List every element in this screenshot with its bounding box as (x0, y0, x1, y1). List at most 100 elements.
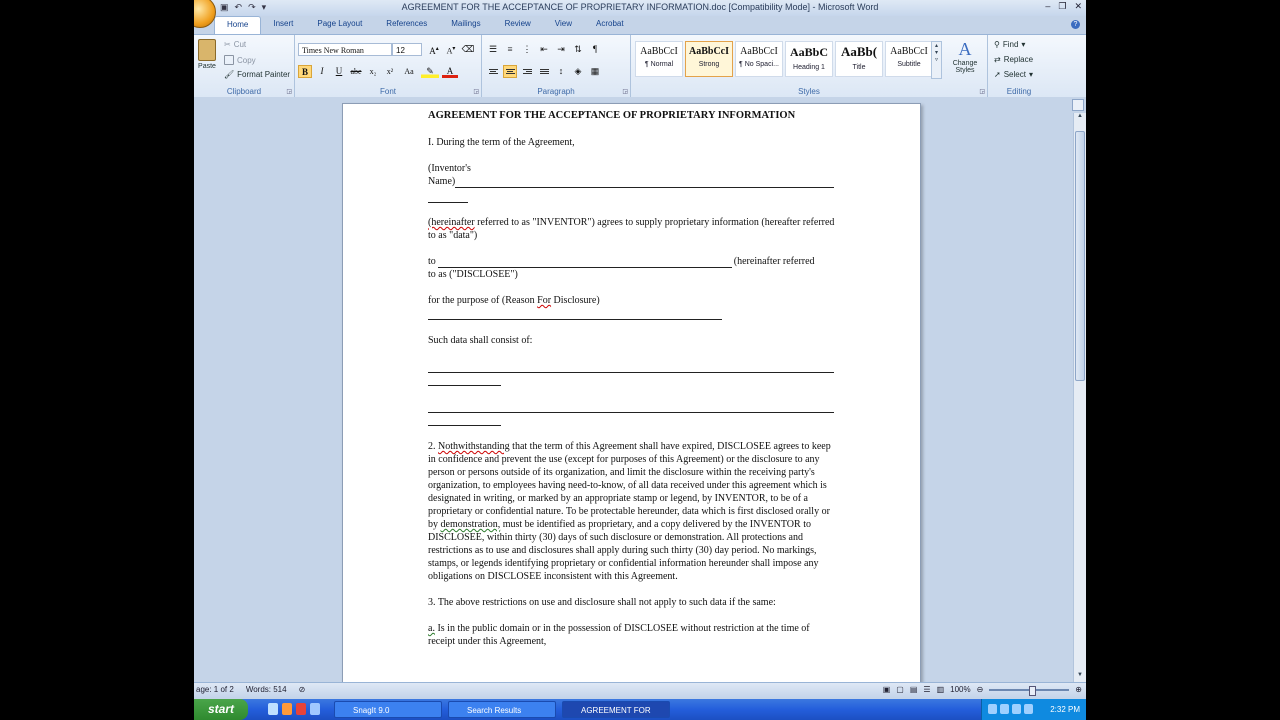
view-ruler-icon[interactable] (1072, 99, 1084, 111)
shrink-font-icon[interactable]: A▾ (444, 43, 458, 56)
tray-app-icon[interactable] (1024, 704, 1033, 714)
bold-button[interactable]: B (298, 65, 312, 78)
grow-font-icon[interactable]: A▴ (427, 43, 441, 56)
inventor-label: (Inventor's (428, 163, 471, 174)
format-painter-button[interactable]: 🖌 Format Painter (224, 70, 290, 79)
view-print-layout-icon[interactable]: ▣ (883, 685, 891, 694)
help-icon[interactable]: ? (1071, 20, 1080, 29)
find-button[interactable]: ⚲ Find ▾ (994, 40, 1025, 49)
select-button[interactable]: ➚ Select ▾ (994, 70, 1033, 79)
consist-blank-2 (428, 400, 838, 426)
tab-view[interactable]: View (543, 16, 584, 34)
align-right-icon[interactable] (520, 65, 534, 78)
minimize-icon[interactable]: – (1045, 1, 1050, 12)
clipboard-launcher-icon[interactable]: ◲ (286, 88, 292, 95)
clear-formatting-icon[interactable]: ⌫ (461, 43, 475, 56)
view-outline-icon[interactable]: ☰ (923, 685, 930, 694)
multilevel-list-icon[interactable]: ⋮ (520, 43, 534, 56)
disclosee-text-1: (hereinafter referred (733, 256, 815, 267)
change-case-button[interactable]: Aa (400, 65, 418, 78)
vertical-scrollbar[interactable]: ▲ ▼ (1073, 113, 1086, 682)
tab-page-layout[interactable]: Page Layout (305, 16, 374, 34)
document-body[interactable]: AGREEMENT FOR THE ACCEPTANCE OF PROPRIET… (428, 109, 838, 661)
sort-icon[interactable]: ⇅ (571, 43, 585, 56)
style-title[interactable]: AaBb( Title (835, 41, 883, 77)
scroll-thumb[interactable] (1075, 131, 1085, 381)
change-styles-label: Change Styles (952, 60, 978, 74)
font-size-box[interactable]: 12 (392, 43, 422, 56)
font-name-box[interactable]: Times New Roman (298, 43, 392, 56)
close-icon[interactable]: ✕ (1074, 1, 1082, 12)
numbering-icon[interactable]: ≡ (503, 43, 517, 56)
task-search-results[interactable]: Search Results (448, 701, 556, 718)
tray-volume-icon[interactable] (1000, 704, 1009, 714)
decrease-indent-icon[interactable]: ⇤ (537, 43, 551, 56)
scroll-down-icon[interactable]: ▼ (1074, 672, 1086, 682)
underline-button[interactable]: U (332, 65, 346, 78)
view-draft-icon[interactable]: ▥ (937, 685, 945, 694)
clock[interactable]: 2:32 PM (1050, 705, 1080, 714)
font-color-button[interactable]: A (442, 65, 458, 78)
tray-network-icon[interactable] (988, 704, 997, 714)
italic-button[interactable]: I (315, 65, 329, 78)
tab-acrobat[interactable]: Acrobat (584, 16, 636, 34)
style-no-spacing[interactable]: AaBbCcI ¶ No Spaci... (735, 41, 783, 77)
tab-mailings[interactable]: Mailings (439, 16, 492, 34)
style-heading-1[interactable]: AaBbC Heading 1 (785, 41, 833, 77)
show-desktop-icon[interactable] (268, 703, 278, 715)
task-snagit[interactable]: SnagIt 9.0 (334, 701, 442, 718)
browser-icon[interactable] (282, 703, 292, 715)
start-button[interactable]: start (194, 699, 248, 720)
word-count[interactable]: Words: 514 (246, 685, 287, 694)
task-word-document[interactable]: AGREEMENT FOR TH... (562, 701, 670, 718)
zoom-out-icon[interactable]: ⊖ (977, 685, 984, 694)
zoom-slider[interactable] (989, 685, 1070, 696)
style-normal[interactable]: AaBbCcI ¶ Normal (635, 41, 683, 77)
tab-references[interactable]: References (374, 16, 439, 34)
zoom-in-icon[interactable]: ⊕ (1075, 685, 1082, 694)
paragraph-launcher-icon[interactable]: ◲ (622, 88, 628, 95)
proofing-icon[interactable]: ⊘ (299, 685, 306, 694)
align-left-icon[interactable] (486, 65, 500, 78)
borders-icon[interactable]: ▦ (588, 65, 602, 78)
font-launcher-icon[interactable]: ◲ (473, 88, 479, 95)
view-web-layout-icon[interactable]: ▤ (910, 685, 918, 694)
pilcrow-icon[interactable]: ¶ (588, 43, 602, 56)
shading-icon[interactable]: ◈ (571, 65, 585, 78)
justify-icon[interactable] (537, 65, 551, 78)
subscript-button[interactable]: x₂ (366, 65, 380, 78)
styles-launcher-icon[interactable]: ◲ (979, 88, 985, 95)
styles-gallery-scroll[interactable]: ▴ ▾ ▿ (931, 41, 942, 79)
increase-indent-icon[interactable]: ⇥ (554, 43, 568, 56)
copy-button[interactable]: Copy (224, 55, 256, 65)
style-subtitle[interactable]: AaBbCcI Subtitle (885, 41, 933, 77)
superscript-button[interactable]: x² (383, 65, 397, 78)
change-styles-button[interactable]: A Change Styles (947, 39, 983, 74)
bullets-icon[interactable]: ☰ (486, 43, 500, 56)
zoom-level[interactable]: 100% (950, 685, 970, 694)
scroll-up-icon[interactable]: ▲ (1074, 113, 1086, 123)
style-strong[interactable]: AaBbCcI Strong (685, 41, 733, 77)
strikethrough-button[interactable]: abe (349, 65, 363, 78)
align-center-icon[interactable] (503, 65, 517, 78)
explorer-icon[interactable] (310, 703, 320, 715)
blank-line (428, 413, 501, 426)
paste-button[interactable]: Paste (196, 39, 218, 79)
copy-label: Copy (237, 55, 256, 65)
tab-insert[interactable]: Insert (261, 16, 305, 34)
highlight-icon[interactable]: ✎ (421, 65, 439, 78)
blank-line (455, 175, 834, 188)
tray-security-icon[interactable] (1012, 704, 1021, 714)
section-2-text-a: that the term of this Agreement shall ha… (428, 441, 831, 530)
restore-icon[interactable]: ❐ (1058, 1, 1066, 12)
page-count[interactable]: age: 1 of 2 (196, 685, 234, 694)
replace-button[interactable]: ⇄ Replace (994, 55, 1033, 64)
zoom-slider-thumb[interactable] (1029, 685, 1037, 696)
tab-review[interactable]: Review (493, 16, 543, 34)
tab-home[interactable]: Home (214, 16, 262, 35)
line-spacing-icon[interactable]: ↕ (554, 65, 568, 78)
document-page[interactable]: AGREEMENT FOR THE ACCEPTANCE OF PROPRIET… (342, 103, 921, 682)
view-full-screen-icon[interactable]: ▢ (896, 685, 904, 694)
media-icon[interactable] (296, 703, 306, 715)
cut-button[interactable]: ✂ Cut (224, 40, 246, 49)
